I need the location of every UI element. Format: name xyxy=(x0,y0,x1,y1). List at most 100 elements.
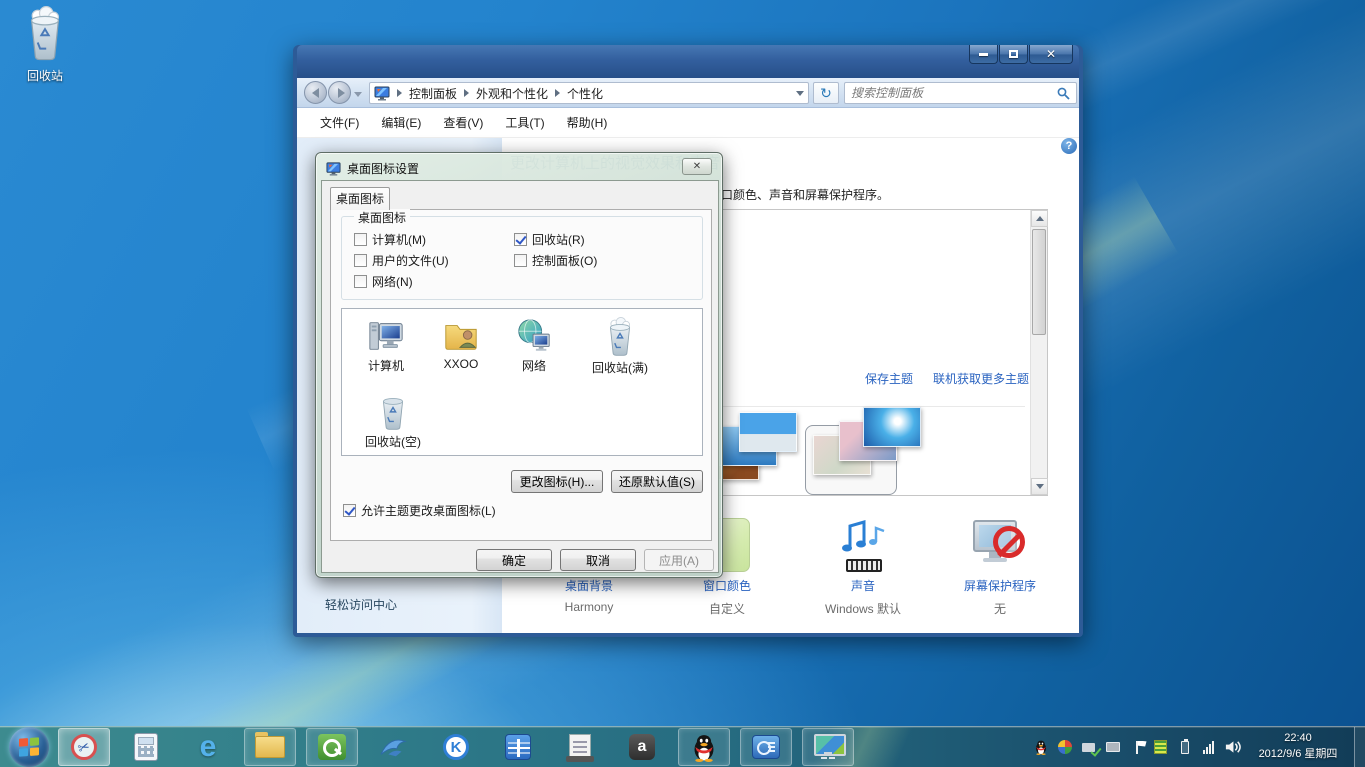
tray-input-indicator-icon[interactable] xyxy=(1152,739,1169,756)
cancel-button[interactable]: 取消 xyxy=(560,549,636,571)
menu-file[interactable]: 文件(F) xyxy=(309,108,370,138)
screensaver-value: 无 xyxy=(934,600,1066,617)
checkbox-label: 回收站(R) xyxy=(532,231,585,248)
start-button[interactable] xyxy=(9,727,49,767)
checkbox-box[interactable] xyxy=(354,254,367,267)
scrollbar-thumb[interactable] xyxy=(1032,229,1046,335)
forward-icon xyxy=(338,88,345,98)
breadcrumb-item-control-panel[interactable]: 控制面板 xyxy=(409,85,457,102)
checkbox-label: 用户的文件(U) xyxy=(372,252,449,269)
taskbar-internet-explorer[interactable]: e xyxy=(182,728,234,766)
save-theme-link[interactable]: 保存主题 xyxy=(865,370,913,387)
scroll-up-icon xyxy=(1036,216,1044,221)
taskbar-clock[interactable]: 22:40 2012/9/6 星期四 xyxy=(1248,731,1348,763)
preview-label: 回收站(空) xyxy=(348,433,438,450)
menu-tools[interactable]: 工具(T) xyxy=(494,108,555,138)
get-more-themes-link[interactable]: 联机获取更多主题 xyxy=(933,370,1029,387)
minimize-button[interactable] xyxy=(969,45,998,64)
back-button[interactable] xyxy=(304,81,327,104)
taskbar-screenshot-tool[interactable]: ✂ xyxy=(58,728,110,766)
checkbox-user-files[interactable]: 用户的文件(U) xyxy=(354,252,449,269)
checkbox-control-panel[interactable]: 控制面板(O) xyxy=(514,252,597,269)
sounds-icon xyxy=(836,518,890,572)
taskbar-kugou[interactable]: K xyxy=(430,728,482,766)
checkbox-box[interactable] xyxy=(354,233,367,246)
taskbar-file-explorer[interactable] xyxy=(244,728,296,766)
desktop-icon-settings-dialog: 桌面图标设置 ✕ 桌面图标 桌面图标 计算机(M) 回收站(R) xyxy=(315,152,723,578)
checkbox-box[interactable] xyxy=(354,275,367,288)
tray-signal-icon[interactable] xyxy=(1200,739,1217,756)
taskbar-display-settings[interactable] xyxy=(802,728,854,766)
apply-button-disabled: 应用(A) xyxy=(644,549,714,571)
theme-scrollbar[interactable] xyxy=(1030,210,1047,495)
breadcrumb-item-appearance[interactable]: 外观和个性化 xyxy=(476,85,548,102)
history-dropdown-icon[interactable] xyxy=(354,92,362,97)
scroll-up-button[interactable] xyxy=(1031,210,1048,227)
breadcrumb-dropdown-icon[interactable] xyxy=(796,91,804,96)
checkbox-box[interactable] xyxy=(514,254,527,267)
maximize-icon xyxy=(1009,50,1018,58)
desktop-background-link[interactable]: 桌面背景 xyxy=(523,577,655,594)
checkbox-box-checked[interactable] xyxy=(343,504,356,517)
preview-icon-network[interactable]: 网络 xyxy=(498,317,570,374)
tray-battery-icon[interactable] xyxy=(1176,739,1193,756)
tab-desktop-icons[interactable]: 桌面图标 xyxy=(330,187,390,210)
dialog-titlebar[interactable]: 桌面图标设置 xyxy=(326,159,672,177)
help-button[interactable]: ? xyxy=(1061,138,1077,154)
refresh-button[interactable]: ↻ xyxy=(813,82,839,104)
search-input[interactable] xyxy=(851,86,1057,100)
ok-button[interactable]: 确定 xyxy=(476,549,552,571)
sounds-link[interactable]: 声音 xyxy=(797,577,929,594)
taskbar-calculator[interactable] xyxy=(120,728,172,766)
tray-software-manager-icon[interactable] xyxy=(1056,739,1073,756)
menu-edit[interactable]: 编辑(E) xyxy=(370,108,432,138)
breadcrumb-item-personalization[interactable]: 个性化 xyxy=(567,85,603,102)
tray-qq-icon[interactable] xyxy=(1032,739,1049,756)
screensaver-link[interactable]: 屏幕保护程序 xyxy=(934,577,1066,594)
dialog-close-button[interactable]: ✕ xyxy=(682,158,712,175)
preview-icon-recycle-empty[interactable]: 回收站(空) xyxy=(348,391,438,450)
maximize-button[interactable] xyxy=(999,45,1028,64)
theme-thumbnail-selected[interactable] xyxy=(805,403,945,496)
taskbar-screen-magnifier[interactable] xyxy=(306,728,358,766)
sidebar-item-ease-of-access[interactable]: 轻松访问中心 xyxy=(325,596,397,613)
close-button[interactable]: ✕ xyxy=(1029,45,1073,64)
window-color-link[interactable]: 窗口颜色 xyxy=(661,577,793,594)
screensaver-item[interactable]: 屏幕保护程序 无 xyxy=(934,516,1066,617)
scroll-down-button[interactable] xyxy=(1031,478,1048,495)
show-desktop-button[interactable] xyxy=(1354,727,1365,767)
checkbox-allow-themes[interactable]: 允许主题更改桌面图标(L) xyxy=(343,502,496,519)
taskbar-qq[interactable] xyxy=(678,728,730,766)
change-icon-button[interactable]: 更改图标(H)... xyxy=(511,470,603,493)
checkbox-box-checked[interactable] xyxy=(514,233,527,246)
preview-icon-computer[interactable]: 计算机 xyxy=(348,317,424,374)
preview-icon-recycle-full[interactable]: 回收站(满) xyxy=(570,317,670,376)
breadcrumb[interactable]: 控制面板 外观和个性化 个性化 xyxy=(369,82,809,104)
taskbar-text-list[interactable] xyxy=(554,728,606,766)
preview-icon-user-files[interactable]: XXOO xyxy=(426,317,496,371)
tray-volume-icon[interactable] xyxy=(1224,739,1241,756)
tray-display-icon[interactable] xyxy=(1104,739,1121,756)
recycle-bin-empty-icon xyxy=(375,391,411,431)
window-titlebar[interactable]: ✕ xyxy=(297,45,1079,78)
sounds-item[interactable]: 声音 Windows 默认 xyxy=(797,516,929,617)
search-icon[interactable] xyxy=(1057,87,1070,100)
checkbox-label: 允许主题更改桌面图标(L) xyxy=(361,502,496,519)
taskbar-management-tool[interactable] xyxy=(740,728,792,766)
taskbar-thunder[interactable] xyxy=(368,728,420,766)
checkbox-recycle-bin[interactable]: 回收站(R) xyxy=(514,231,585,248)
back-icon xyxy=(312,88,319,98)
menu-view[interactable]: 查看(V) xyxy=(432,108,494,138)
desktop-recycle-bin[interactable]: 回收站 xyxy=(10,6,80,84)
taskbar-system-monitor[interactable] xyxy=(492,728,544,766)
restore-default-button[interactable]: 还原默认值(S) xyxy=(611,470,703,493)
checkbox-label: 控制面板(O) xyxy=(532,252,597,269)
tab-page: 桌面图标 计算机(M) 回收站(R) 用户的文件(U) xyxy=(330,209,712,541)
forward-button[interactable] xyxy=(328,81,351,104)
tray-action-center-flag-icon[interactable] xyxy=(1128,739,1145,756)
checkbox-computer[interactable]: 计算机(M) xyxy=(354,231,426,248)
checkbox-network[interactable]: 网络(N) xyxy=(354,273,413,290)
taskbar-a-app[interactable]: a xyxy=(616,728,668,766)
menu-help[interactable]: 帮助(H) xyxy=(556,108,619,138)
tray-usb-remove-icon[interactable] xyxy=(1080,739,1097,756)
